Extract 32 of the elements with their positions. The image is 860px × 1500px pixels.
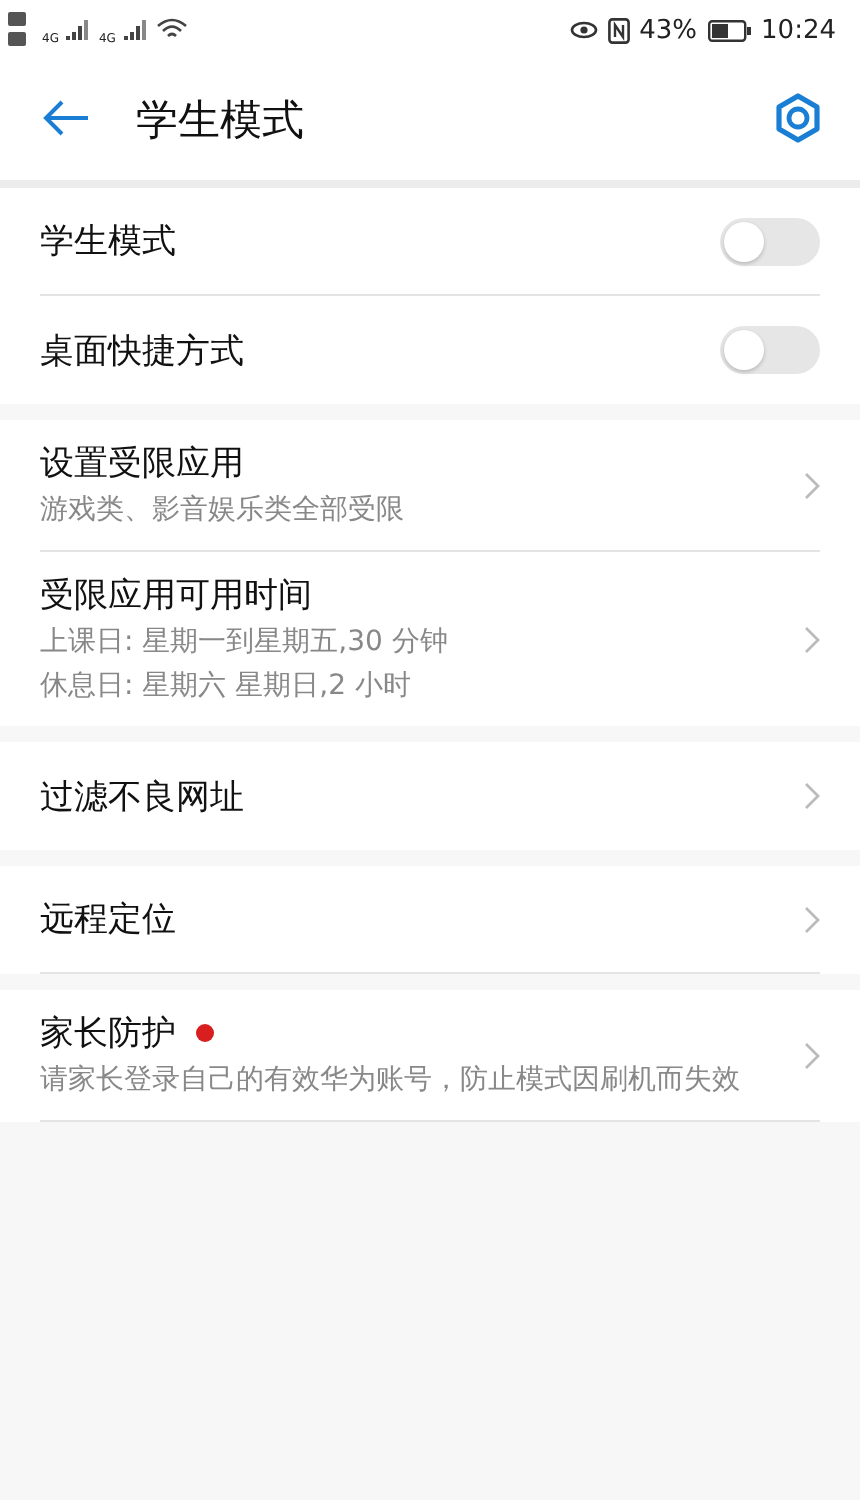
chevron-icon xyxy=(804,471,820,499)
row-title: 远程定位 xyxy=(40,898,176,942)
settings-button[interactable] xyxy=(772,91,824,149)
settings-row[interactable]: 受限应用可用时间 上课日: 星期一到星期五,30 分钟 休息日: 星期六 星期日,2 小时 xyxy=(40,552,820,726)
row-title: 学生模式 xyxy=(40,220,176,264)
wifi-icon xyxy=(155,18,188,42)
clock-time: 10:24 xyxy=(761,15,836,45)
eye-icon xyxy=(569,20,598,40)
row-description: 游戏类、影音娱乐类全部受限 xyxy=(40,492,406,530)
row-title: 过滤不良网址 xyxy=(40,775,244,819)
row-title: 设置受限应用 xyxy=(40,442,244,486)
row-description: 请家长登录自己的有效华为账号，防止模式因刷机而失效 xyxy=(40,1062,742,1100)
battery-percent: 43% xyxy=(639,15,698,45)
row-description: 休息日: 星期六 星期日,2 小时 xyxy=(40,668,413,706)
nfc-icon xyxy=(607,17,630,43)
chevron-icon xyxy=(804,782,820,810)
settings-row[interactable]: 设置受限应用 游戏类、影音娱乐类全部受限 xyxy=(40,420,820,552)
settings-row[interactable]: 桌面快捷方式 xyxy=(40,296,820,404)
row-title: 受限应用可用时间 xyxy=(40,574,312,618)
chevron-icon xyxy=(804,905,820,933)
chevron-icon xyxy=(804,1041,820,1069)
page-title: 学生模式 xyxy=(136,94,304,148)
battery-icon xyxy=(707,19,752,41)
signal-icon xyxy=(66,20,91,40)
row-title: 家长防护 xyxy=(40,1012,176,1056)
toggle-switch[interactable] xyxy=(720,217,820,265)
toggle-switch[interactable] xyxy=(720,326,820,374)
row-description: 上课日: 星期一到星期五,30 分钟 xyxy=(40,624,450,662)
signal-icon xyxy=(123,20,148,40)
row-title: 桌面快捷方式 xyxy=(40,329,244,373)
settings-row[interactable]: 学生模式 xyxy=(40,188,820,296)
chevron-icon xyxy=(804,625,820,653)
